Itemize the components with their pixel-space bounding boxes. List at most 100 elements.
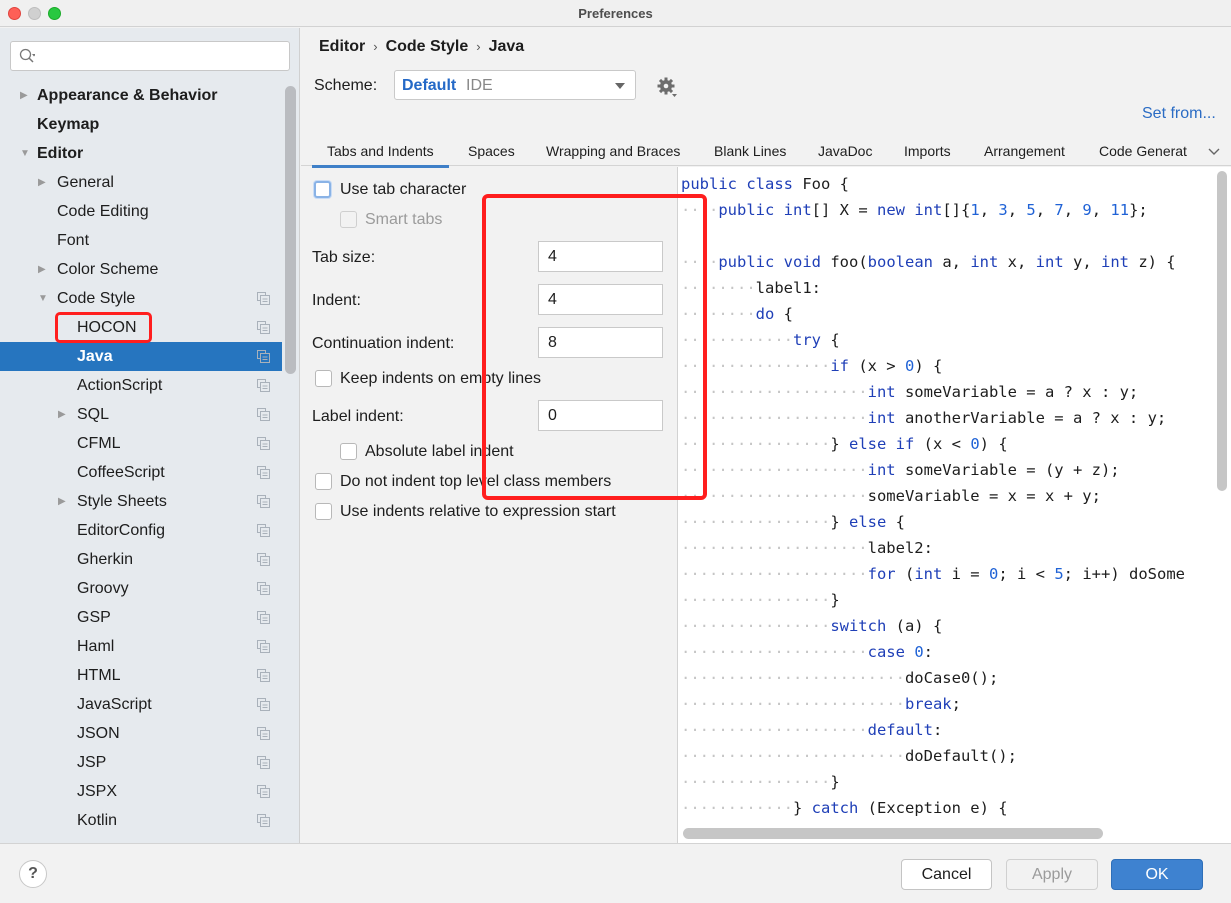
use-tab-character-checkbox[interactable] [314, 181, 331, 198]
code-text: (Exception e) { [858, 799, 1008, 817]
set-from-link[interactable]: Set from... [1142, 105, 1216, 123]
sidebar-item[interactable]: Groovy [0, 574, 282, 603]
sidebar-item[interactable]: Kotlin [0, 806, 282, 835]
sidebar-item[interactable]: ▶ SQL [0, 400, 282, 429]
code-vertical-scrollbar[interactable] [1217, 171, 1227, 491]
code-whitespace: ················ [681, 617, 831, 635]
sidebar-item[interactable]: ▼ Editor [0, 139, 282, 168]
sidebar-item[interactable]: Font [0, 226, 282, 255]
sidebar-item-label: SQL [77, 406, 110, 423]
sidebar-item[interactable]: JSP [0, 748, 282, 777]
code-keyword: public [681, 175, 737, 193]
code-keyword: int [1100, 253, 1129, 271]
sidebar-item[interactable]: Haml [0, 632, 282, 661]
settings-sidebar: ▶ Appearance & Behavior Keymap ▼ Editor ▶ Gene… [0, 28, 300, 843]
sidebar-item-label: JSPX [77, 783, 118, 800]
sidebar-item[interactable]: GSP [0, 603, 282, 632]
sidebar-item[interactable]: ▶ Color Scheme [0, 255, 282, 284]
project-scheme-icon [257, 379, 270, 392]
expand-down-icon[interactable]: ▼ [38, 284, 48, 313]
code-line: ························break; [681, 691, 1185, 717]
gear-icon[interactable] [656, 76, 678, 98]
code-text: someVariable = x = x + y; [867, 487, 1101, 505]
sidebar-item[interactable]: CFML [0, 429, 282, 458]
expand-right-icon[interactable]: ▶ [38, 255, 46, 284]
code-number: 5 [1054, 565, 1064, 583]
project-scheme-icon [257, 727, 270, 740]
sidebar-item[interactable]: ▼ Code Style [0, 284, 282, 313]
project-scheme-icon [257, 698, 270, 711]
expand-right-icon[interactable]: ▶ [58, 400, 66, 429]
sidebar-item[interactable]: ▶ General [0, 168, 282, 197]
dropdown-arrow-icon [615, 83, 625, 89]
tab-blank-lines[interactable]: Blank Lines [714, 143, 786, 159]
settings-tree: ▶ Appearance & Behavior Keymap ▼ Editor ▶ Gene… [0, 81, 282, 835]
code-keyword: default [867, 721, 933, 739]
code-text: (x < [914, 435, 971, 453]
sidebar-item-label: Code Editing [57, 203, 149, 220]
expand-right-icon[interactable]: ▶ [20, 81, 28, 110]
code-text: , [1035, 201, 1055, 219]
sidebar-item-label: Java [77, 348, 113, 365]
tab-javadoc[interactable]: JavaDoc [818, 143, 872, 159]
sidebar-item[interactable]: ▶ Style Sheets [0, 487, 282, 516]
breadcrumb: Editor › Code Style › Java [319, 38, 524, 56]
code-number: 0 [904, 357, 915, 375]
code-number: 0 [914, 643, 924, 661]
ok-button[interactable]: OK [1111, 859, 1203, 890]
cancel-button[interactable]: Cancel [901, 859, 992, 890]
code-line: ····················int someVariable = (… [681, 457, 1185, 483]
scheme-qualifier: IDE [466, 77, 493, 94]
sidebar-item[interactable]: ▶ Appearance & Behavior [0, 81, 282, 110]
sidebar-scrollbar[interactable] [285, 86, 296, 374]
code-keyword: new [877, 201, 905, 219]
code-line: ····public int[] X = new int[]{1, 3, 5, … [681, 197, 1185, 223]
tab-code-generation[interactable]: Code Generat [1099, 143, 1187, 159]
settings-search-input[interactable] [10, 41, 290, 71]
sidebar-item-label: HTML [77, 667, 121, 684]
sidebar-item-label: Font [57, 232, 90, 249]
code-line: ················switch (a) { [681, 613, 1185, 639]
code-text: doCase0(); [904, 669, 999, 687]
code-preview[interactable]: public class Foo {····public int[] X = n… [677, 167, 1231, 843]
sidebar-item[interactable]: Java [0, 342, 282, 371]
sidebar-item[interactable]: Gherkin [0, 545, 282, 574]
absolute-label-indent-checkbox[interactable] [340, 443, 357, 460]
sidebar-item[interactable]: JavaScript [0, 690, 282, 719]
sidebar-item[interactable]: JSON [0, 719, 282, 748]
sidebar-item[interactable]: ActionScript [0, 371, 282, 400]
tab-tabs-and-indents[interactable]: Tabs and Indents [312, 143, 449, 168]
sidebar-item[interactable]: Keymap [0, 110, 282, 139]
code-whitespace: ························ [681, 747, 905, 765]
help-button[interactable]: ? [19, 860, 47, 888]
sidebar-item-label: Keymap [37, 116, 100, 133]
project-scheme-icon [257, 640, 270, 653]
smart-tabs-checkbox[interactable] [340, 211, 357, 228]
code-whitespace: ···················· [681, 409, 868, 427]
sidebar-item[interactable]: Code Editing [0, 197, 282, 226]
sidebar-item[interactable]: EditorConfig [0, 516, 282, 545]
tab-spaces[interactable]: Spaces [468, 143, 515, 159]
tab-arrangement[interactable]: Arrangement [984, 143, 1065, 159]
apply-button[interactable]: Apply [1006, 859, 1098, 890]
chevron-down-icon[interactable] [1207, 144, 1221, 158]
scheme-dropdown[interactable]: Default IDE [394, 70, 636, 100]
code-line: ····················default: [681, 717, 1185, 743]
tab-wrapping-and-braces[interactable]: Wrapping and Braces [546, 143, 680, 159]
dialog-button-bar: ? Cancel Apply OK [0, 843, 1231, 903]
sidebar-item[interactable]: CoffeeScript [0, 458, 282, 487]
code-keyword: int [867, 461, 896, 479]
tab-imports[interactable]: Imports [904, 143, 951, 159]
use-indents-relative-checkbox[interactable] [315, 503, 332, 520]
expand-down-icon[interactable]: ▼ [20, 139, 30, 168]
use-indents-relative-label: Use indents relative to expression start [340, 503, 616, 520]
code-horizontal-scrollbar[interactable] [683, 828, 1103, 839]
keep-indents-on-empty-lines-checkbox[interactable] [315, 370, 332, 387]
sidebar-item[interactable]: JSPX [0, 777, 282, 806]
do-not-indent-top-level-checkbox[interactable] [315, 473, 332, 490]
sidebar-item[interactable]: HTML [0, 661, 282, 690]
expand-right-icon[interactable]: ▶ [58, 487, 66, 516]
code-text: , [1091, 201, 1111, 219]
expand-right-icon[interactable]: ▶ [38, 168, 46, 197]
